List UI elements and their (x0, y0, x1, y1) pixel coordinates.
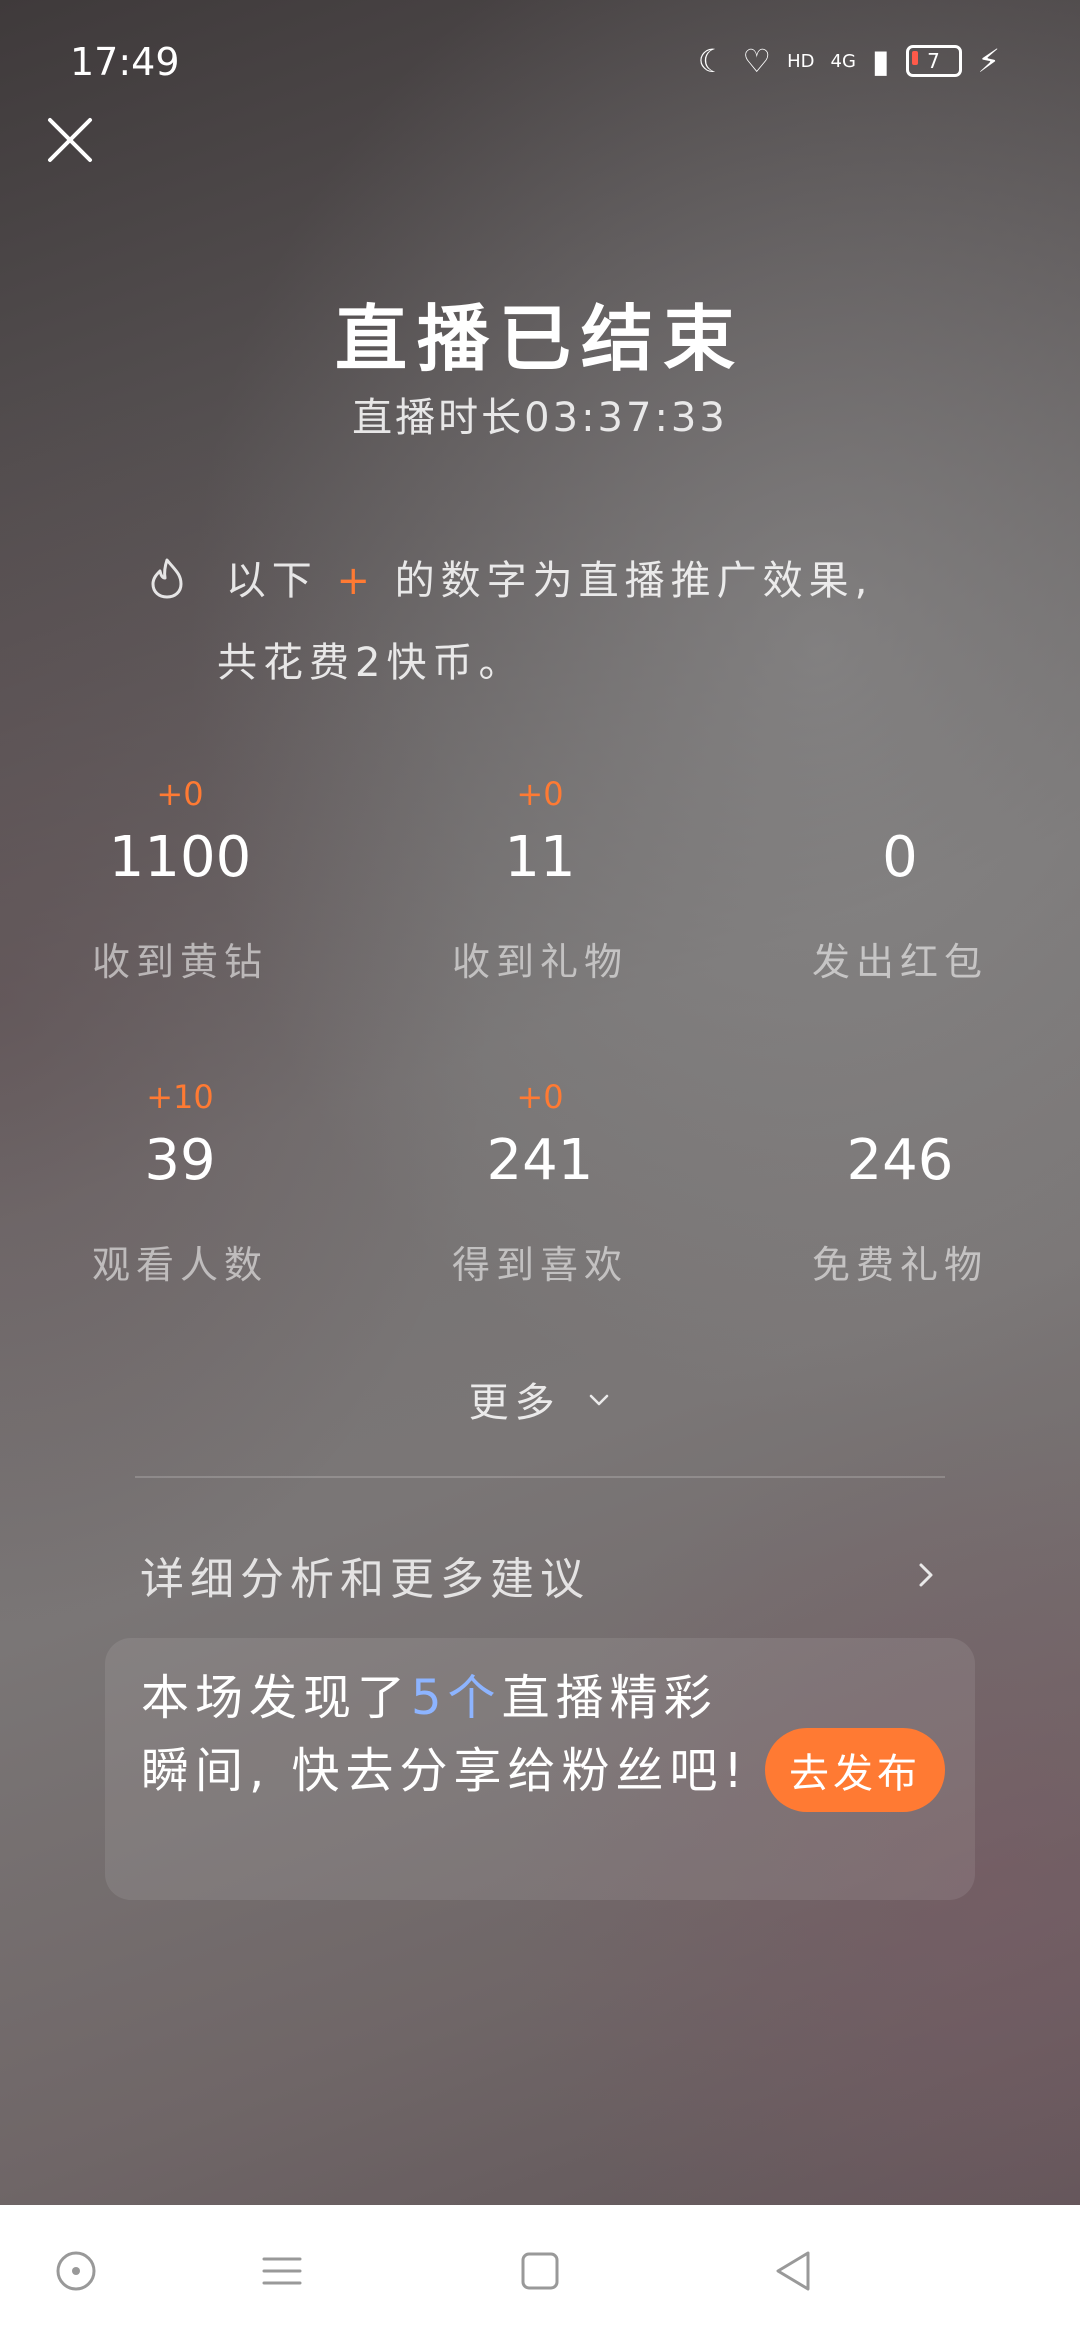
stat-delta (720, 1078, 1080, 1118)
stat-label: 发出红包 (811, 940, 988, 984)
nav-assistant-button[interactable] (46, 2241, 106, 2301)
analysis-link[interactable]: 详细分析和更多建议 (140, 1540, 940, 1610)
chevron-down-icon (590, 1394, 609, 1406)
publish-button[interactable]: 去发布 (765, 1728, 945, 1812)
page-title: 直播已结束 (334, 297, 745, 381)
moon-icon: ☾ (697, 42, 727, 80)
promo-text-prefix: 以下 (225, 558, 318, 604)
promo-plus: + (336, 558, 376, 604)
battery-icon: 7 (905, 45, 962, 77)
stat-gifts-received: +0 11 收到礼物 (360, 775, 720, 986)
promo-line-2: 共花费2快币。 (217, 640, 525, 686)
divider (135, 1476, 945, 1478)
signal-icon: ▮ (871, 42, 890, 80)
more-toggle[interactable]: 更多 (0, 1370, 1080, 1428)
fire-icon (151, 558, 183, 599)
stat-label: 得到喜欢 (451, 1243, 628, 1287)
live-duration: 直播时长03:37:33 (352, 395, 728, 441)
nav-home-button[interactable] (510, 2241, 570, 2301)
highlights-count: 5个 (411, 1670, 502, 1726)
stat-delta: +0 (516, 775, 564, 813)
stat-red-packets: 0 发出红包 (720, 775, 1080, 986)
square-icon (521, 2252, 559, 2290)
chevron-right-icon (919, 1563, 933, 1587)
stat-label: 收到黄钻 (91, 940, 268, 984)
stat-likes: +0 241 得到喜欢 (360, 1078, 720, 1289)
highlights-prefix: 本场发现了 (141, 1670, 412, 1726)
stat-value: 241 (486, 1128, 594, 1193)
stat-delta: +10 (146, 1078, 214, 1116)
status-icons: ☾ ♡ HD 4G ▮ 7 ⚡ (698, 42, 1000, 80)
stat-delta (720, 775, 1080, 815)
stat-free-gifts: 246 免费礼物 (720, 1078, 1080, 1289)
heart-icon: ♡ (742, 42, 772, 80)
stat-viewers: +10 39 观看人数 (0, 1078, 360, 1289)
close-icon (48, 118, 92, 162)
stat-value: 246 (846, 1128, 954, 1193)
promo-text-suffix: 的数字为直播推广效果, (394, 558, 874, 604)
back-triangle-icon (776, 2251, 810, 2291)
promo-line-1: 以下 + 的数字为直播推广效果, (145, 540, 925, 622)
analysis-label: 详细分析和更多建议 (140, 1554, 590, 1605)
nav-menu-button[interactable] (252, 2241, 312, 2301)
highlights-text: 本场发现了5个直播精彩瞬间, 快去分享给粉丝吧! (141, 1662, 761, 1808)
stat-delta: +0 (516, 1078, 564, 1116)
stat-label: 收到礼物 (451, 940, 628, 984)
status-bar: 17:49 ☾ ♡ HD 4G ▮ 7 ⚡ (0, 0, 1080, 130)
network-label: 4G (830, 50, 856, 72)
more-label: 更多 (468, 1380, 561, 1426)
nav-back-button[interactable] (764, 2241, 824, 2301)
stat-label: 免费礼物 (811, 1243, 988, 1287)
stat-value: 0 (882, 825, 918, 890)
promo-note: 以下 + 的数字为直播推广效果, 共花费2快币。 (145, 540, 925, 704)
close-button[interactable] (44, 114, 96, 166)
status-time: 17:49 (70, 40, 180, 84)
stat-value: 11 (504, 825, 576, 890)
stat-value: 1100 (108, 825, 252, 890)
menu-icon (262, 2257, 302, 2285)
circle-dot-icon (56, 2251, 96, 2291)
hd-icon: HD (787, 50, 815, 72)
stat-value: 39 (144, 1128, 216, 1193)
stat-label: 观看人数 (91, 1243, 268, 1287)
navigation-bar (0, 2205, 1080, 2340)
stat-delta: +0 (156, 775, 204, 813)
battery-level: 7 (927, 49, 940, 73)
highlights-card: 本场发现了5个直播精彩瞬间, 快去分享给粉丝吧! 去发布 (105, 1638, 975, 1900)
charging-icon: ⚡ (977, 42, 1000, 80)
stat-yellow-diamonds: +0 1100 收到黄钻 (0, 775, 360, 986)
